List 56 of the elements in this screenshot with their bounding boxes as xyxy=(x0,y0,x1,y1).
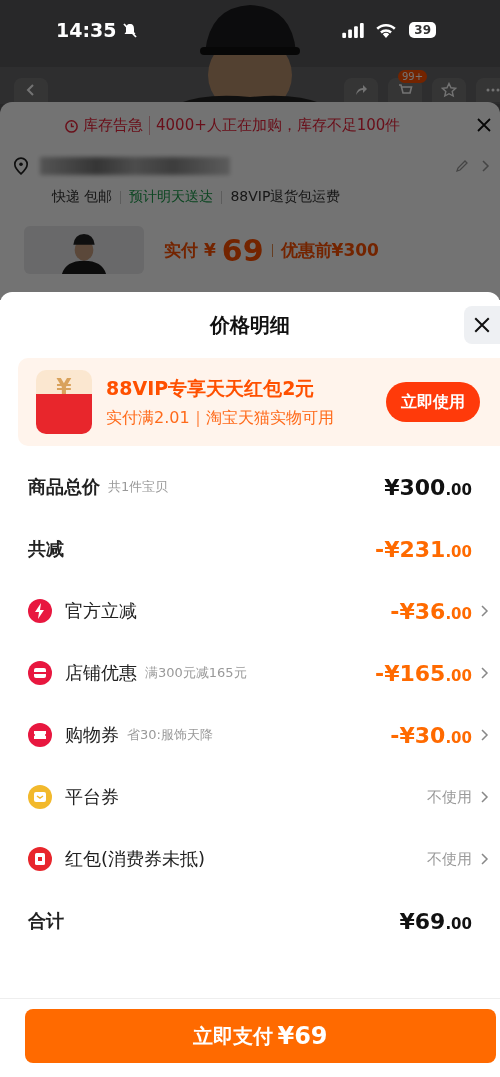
envelope-icon: ¥ xyxy=(36,370,92,434)
row-label: 共减 xyxy=(28,537,64,561)
promo-terms: 实付满2.01｜淘宝天猫实物可用 xyxy=(106,407,334,429)
share-button[interactable] xyxy=(344,78,378,102)
row-amount: -¥231.00 xyxy=(375,536,472,562)
row-label: 购物券 xyxy=(65,723,119,747)
wifi-icon xyxy=(375,22,398,38)
more-button[interactable] xyxy=(476,78,500,102)
row-label: 官方立减 xyxy=(65,599,137,623)
alarm-clock-icon xyxy=(64,117,79,133)
paid-price: 69 xyxy=(221,232,264,268)
location-pin-icon xyxy=(12,157,30,175)
row-label: 店铺优惠 xyxy=(65,661,137,685)
chevron-icon[interactable] xyxy=(478,727,490,743)
currency-sign: ¥ xyxy=(204,240,216,260)
battery-icon: 39 xyxy=(409,22,436,38)
row-label: 红包(消费券未抵) xyxy=(65,847,206,871)
row-amount: ¥300.00 xyxy=(384,474,472,500)
row-label: 平台券 xyxy=(65,785,119,809)
row-amount: -¥36.00 xyxy=(390,598,472,624)
row-amount: ¥69.00 xyxy=(399,908,472,934)
status-time: 14:35 xyxy=(56,19,117,41)
row-note: 省30:服饰天降 xyxy=(127,726,213,744)
price-label: 实付 xyxy=(164,238,198,262)
signal-icon xyxy=(341,22,366,38)
close-icon[interactable] xyxy=(476,117,492,133)
chevron-icon[interactable] xyxy=(478,789,490,805)
sheet-title: 价格明细 xyxy=(210,311,290,339)
back-button[interactable] xyxy=(14,78,48,102)
row-amount: -¥30.00 xyxy=(390,722,472,748)
row-label: 合计 xyxy=(28,909,64,933)
chevron-icon[interactable] xyxy=(478,665,490,681)
use-now-button[interactable]: 立即使用 xyxy=(386,382,480,422)
shipping-info: 预计明天送达 xyxy=(129,188,214,206)
stock-alert-text: 4000+人正在加购，库存不足100件 xyxy=(155,115,401,135)
row-note: 共1件宝贝 xyxy=(108,478,169,496)
favorite-button[interactable] xyxy=(432,78,466,102)
muted-bell-icon xyxy=(122,22,139,38)
shipping-info: 88VIP退货包运费 xyxy=(230,188,341,206)
row-amount: 不使用 xyxy=(427,787,472,807)
chevron-icon xyxy=(480,158,490,174)
chevron-icon[interactable] xyxy=(478,851,490,867)
star-icon xyxy=(441,82,457,98)
close-button[interactable] xyxy=(464,306,500,344)
chevron-icon[interactable] xyxy=(478,603,490,619)
pencil-icon[interactable] xyxy=(454,158,470,174)
shipping-info: 快递 包邮 xyxy=(52,188,113,206)
row-amount: 不使用 xyxy=(427,849,472,869)
promo-title: 88VIP专享天天红包2元 xyxy=(106,375,316,401)
row-note: 满300元减165元 xyxy=(145,664,247,682)
row-amount: -¥165.00 xyxy=(375,660,472,686)
original-price: 优惠前¥300 xyxy=(280,238,379,262)
row-label: 商品总价 xyxy=(28,475,100,499)
pay-now-button[interactable]: 立即支付 ¥69 xyxy=(25,1009,496,1063)
stock-alert-tag: 库存告急 xyxy=(83,115,150,135)
close-icon xyxy=(473,316,491,334)
